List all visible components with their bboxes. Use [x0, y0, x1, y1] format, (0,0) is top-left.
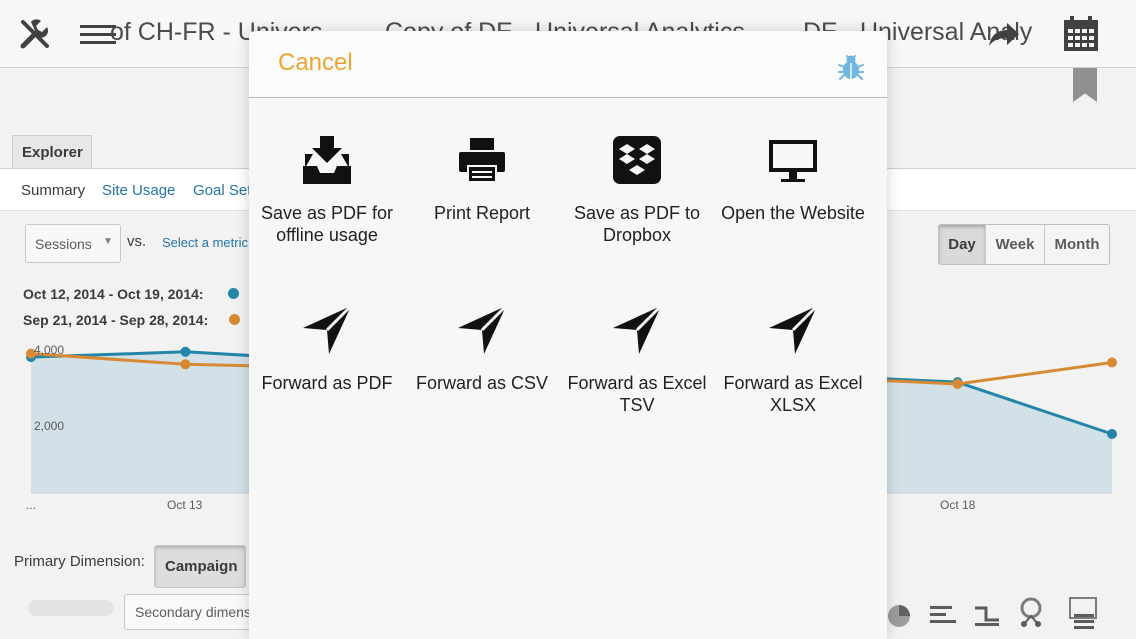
forward-excel-xlsx-label: Forward as Excel XLSX: [723, 373, 863, 415]
forward-pdf-label: Forward as PDF: [261, 373, 393, 393]
cancel-button[interactable]: Cancel: [278, 49, 353, 77]
save-pdf-offline-action[interactable]: Save as PDF for offline usage: [249, 134, 405, 246]
forward-arrow-icon: [613, 304, 663, 354]
forward-arrow-icon: [769, 304, 819, 354]
forward-arrow-icon: [458, 304, 508, 354]
forward-excel-tsv-action[interactable]: Forward as Excel TSV: [559, 304, 715, 416]
action-sheet-header: Cancel: [249, 31, 887, 98]
forward-arrow-icon: [303, 304, 353, 354]
save-pdf-dropbox-action[interactable]: Save as PDF to Dropbox: [559, 134, 715, 246]
printer-icon: [459, 138, 505, 183]
forward-pdf-action[interactable]: Forward as PDF: [249, 304, 405, 394]
print-report-label: Print Report: [433, 203, 531, 223]
bug-report-icon[interactable]: [837, 53, 865, 81]
forward-excel-tsv-label: Forward as Excel TSV: [567, 373, 707, 415]
open-website-label: Open the Website: [721, 203, 865, 223]
save-pdf-dropbox-label: Save as PDF to Dropbox: [573, 203, 701, 245]
export-action-sheet: Cancel Save as PDF for offline usage Pri…: [249, 31, 887, 639]
open-website-action[interactable]: Open the Website: [715, 134, 871, 224]
print-report-action[interactable]: Print Report: [404, 134, 560, 224]
forward-csv-label: Forward as CSV: [415, 373, 549, 393]
forward-csv-action[interactable]: Forward as CSV: [404, 304, 560, 394]
save-pdf-offline-label: Save as PDF for offline usage: [260, 203, 394, 245]
dropbox-icon: [613, 136, 661, 184]
monitor-icon: [769, 140, 817, 182]
forward-excel-xlsx-action[interactable]: Forward as Excel XLSX: [715, 304, 871, 416]
download-tray-icon: [303, 136, 351, 184]
